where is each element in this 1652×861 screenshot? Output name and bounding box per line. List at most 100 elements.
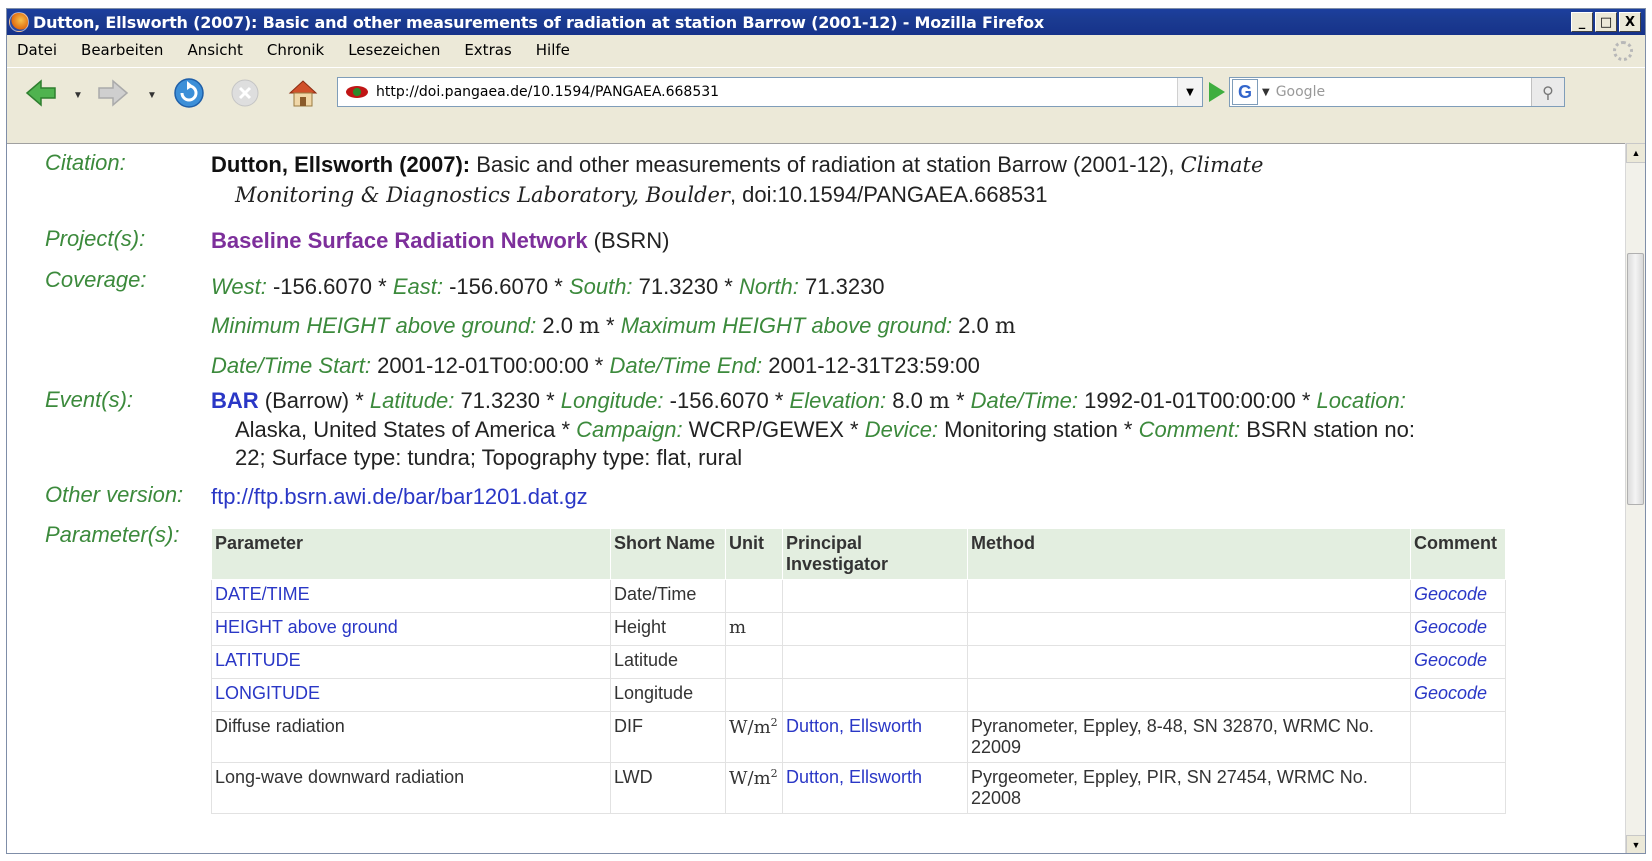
parameter-link[interactable]: DATE/TIME — [215, 584, 310, 604]
citation-source-a: Climate — [1180, 153, 1264, 177]
geocode-link[interactable]: Geocode — [1414, 683, 1487, 703]
event-name: (Barrow) * — [258, 388, 370, 413]
parameter-cell: Long-wave downward radiation — [211, 762, 611, 814]
citation-author: Dutton, Ellsworth (2007): — [211, 152, 471, 177]
home-button[interactable] — [283, 78, 323, 108]
parameter-link[interactable]: LATITUDE — [215, 650, 301, 670]
scroll-up-arrow-icon[interactable]: ▲ — [1626, 143, 1645, 163]
comment-cell — [1410, 762, 1506, 814]
other-version-value: ftp://ftp.bsrn.awi.de/bar/bar1201.dat.gz — [211, 482, 1567, 511]
separator: * — [949, 388, 971, 413]
max-height-key: Maximum HEIGHT above ground: — [620, 313, 953, 338]
window-controls: _ □ X — [1571, 12, 1641, 32]
method-cell — [967, 579, 1411, 613]
forward-history-dropdown-icon[interactable]: ▼ — [147, 90, 157, 101]
url-text[interactable]: http://doi.pangaea.de/10.1594/PANGAEA.66… — [376, 84, 719, 100]
project-abbr: (BSRN) — [587, 228, 670, 253]
header-method: Method — [967, 528, 1411, 580]
back-arrow-icon — [25, 79, 56, 107]
activity-throbber-icon — [1613, 41, 1633, 61]
pi-cell — [782, 678, 968, 712]
menu-chronik[interactable]: Chronik — [255, 41, 336, 59]
comment-key: Comment: — [1138, 417, 1241, 442]
menu-bearbeiten[interactable]: Bearbeiten — [69, 41, 175, 59]
home-icon — [288, 80, 318, 107]
geocode-link[interactable]: Geocode — [1414, 584, 1487, 604]
table-row: DATE/TIME Date/Time Geocode — [211, 579, 1506, 613]
west-key: West: — [211, 274, 267, 299]
go-arrow-icon[interactable] — [1209, 82, 1225, 102]
project-link[interactable]: Baseline Surface Radiation Network — [211, 228, 588, 253]
separator: * — [599, 313, 621, 338]
min-height-unit: m — [579, 314, 600, 339]
search-magnifier-icon[interactable]: ⚲ — [1531, 78, 1564, 106]
forward-button[interactable] — [93, 78, 133, 108]
minimize-button[interactable]: _ — [1571, 12, 1593, 32]
parameters-table: Parameter Short Name Unit Principal Inves… — [211, 528, 1506, 814]
geocode-link[interactable]: Geocode — [1414, 617, 1487, 637]
maximize-button[interactable]: □ — [1595, 12, 1617, 32]
event-value: BAR (Barrow) * Latitude: 71.3230 * Longi… — [211, 387, 1567, 472]
back-history-dropdown-icon[interactable]: ▼ — [73, 90, 83, 101]
citation-doi: , doi:10.1594/PANGAEA.668531 — [729, 182, 1048, 207]
back-button[interactable] — [21, 78, 61, 108]
elevation-value: 8.0 — [886, 388, 929, 413]
longitude-key: Longitude: — [560, 388, 664, 413]
url-dropdown-icon[interactable]: ▼ — [1177, 78, 1202, 106]
datetime-value: 1992-01-01T00:00:00 * — [1078, 388, 1317, 413]
stop-icon — [231, 79, 259, 107]
menu-datei[interactable]: Datei — [7, 41, 69, 59]
pi-link[interactable]: Dutton, Ellsworth — [786, 716, 922, 736]
parameter-link[interactable]: HEIGHT above ground — [215, 617, 398, 637]
short-name-cell: Date/Time — [610, 579, 726, 613]
scrollbar-thumb[interactable] — [1627, 253, 1644, 505]
citation-value: Dutton, Ellsworth (2007): Basic and othe… — [211, 150, 1567, 210]
url-bar[interactable]: http://doi.pangaea.de/10.1594/PANGAEA.66… — [337, 77, 1203, 107]
geocode-link[interactable]: Geocode — [1414, 650, 1487, 670]
forward-arrow-icon — [98, 79, 129, 107]
table-row: HEIGHT above ground Height m Geocode — [211, 612, 1506, 646]
device-key: Device: — [864, 417, 939, 442]
short-name-cell: Height — [610, 612, 726, 646]
south-key: South: — [568, 274, 633, 299]
short-name-cell: DIF — [610, 711, 726, 763]
north-value: 71.3230 — [798, 274, 885, 299]
method-cell: Pyranometer, Eppley, 8-48, SN 32870, WRM… — [967, 711, 1411, 763]
pi-link[interactable]: Dutton, Ellsworth — [786, 767, 922, 787]
parameter-cell: Diffuse radiation — [211, 711, 611, 763]
end-key: Date/Time End: — [609, 353, 763, 378]
method-cell — [967, 678, 1411, 712]
search-engine-google-icon[interactable]: G — [1232, 79, 1258, 105]
stop-button[interactable] — [225, 78, 265, 108]
north-key: North: — [738, 274, 799, 299]
parameter-link[interactable]: LONGITUDE — [215, 683, 320, 703]
start-value: 2001-12-01T00:00:00 * — [370, 353, 610, 378]
comment-value: BSRN station no: — [1240, 417, 1415, 442]
other-version-link[interactable]: ftp://ftp.bsrn.awi.de/bar/bar1201.dat.gz — [211, 484, 588, 509]
browser-window: Dutton, Ellsworth (2007): Basic and othe… — [6, 8, 1646, 854]
max-height-unit: m — [994, 314, 1016, 339]
reload-icon — [174, 78, 204, 108]
search-input[interactable]: Google — [1276, 84, 1325, 100]
unit-cell: W/m2 — [725, 711, 783, 763]
table-row: Long-wave downward radiation LWD W/m2 Du… — [211, 762, 1506, 814]
search-engine-dropdown-icon[interactable]: ▼ — [1262, 87, 1270, 98]
menu-extras[interactable]: Extras — [452, 41, 523, 59]
west-value: -156.6070 * — [266, 274, 393, 299]
scroll-down-arrow-icon[interactable]: ▼ — [1626, 835, 1645, 853]
search-bar[interactable]: G ▼ Google ⚲ — [1229, 77, 1565, 107]
unit-cell — [725, 678, 783, 712]
location-key: Location: — [1316, 388, 1406, 413]
header-unit: Unit — [725, 528, 783, 580]
menu-lesezeichen[interactable]: Lesezeichen — [336, 41, 452, 59]
menu-ansicht[interactable]: Ansicht — [175, 41, 254, 59]
min-height-key: Minimum HEIGHT above ground: — [211, 313, 537, 338]
vertical-scrollbar[interactable]: ▲ ▼ — [1625, 143, 1645, 853]
event-code-link[interactable]: BAR — [211, 388, 259, 413]
menu-hilfe[interactable]: Hilfe — [524, 41, 582, 59]
close-button[interactable]: X — [1619, 12, 1641, 32]
east-value: -156.6070 * — [442, 274, 569, 299]
coverage-date-line: Date/Time Start: 2001-12-01T00:00:00 * D… — [211, 346, 1567, 385]
reload-button[interactable] — [169, 78, 209, 108]
unit-cell — [725, 645, 783, 679]
